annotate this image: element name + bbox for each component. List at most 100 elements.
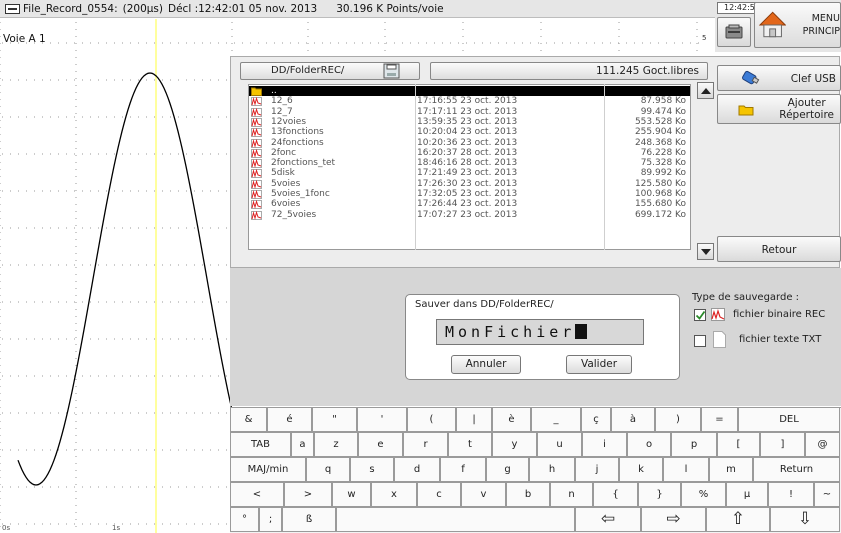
scroll-up-button[interactable] — [697, 82, 714, 99]
key[interactable]: e — [358, 432, 403, 457]
key[interactable]: à — [611, 407, 655, 432]
key[interactable]: DEL — [738, 407, 840, 432]
key[interactable]: " — [312, 407, 357, 432]
key[interactable]: b — [506, 482, 550, 507]
add-directory-line1: Ajouter — [787, 97, 826, 109]
key[interactable]: p — [671, 432, 717, 457]
key[interactable]: = — [701, 407, 738, 432]
key[interactable]: > — [284, 482, 332, 507]
file-name: 5voies_1fonc — [271, 189, 330, 199]
key[interactable]: ° — [230, 507, 259, 532]
key[interactable]: m — [709, 457, 753, 482]
file-row[interactable]: 5voies_1fonc 17:32:05 23 oct. 2013 100.968… — [249, 189, 690, 199]
key[interactable]: g — [486, 457, 529, 482]
arrow-key[interactable]: ⇦ — [575, 507, 641, 532]
binary-rec-checkbox[interactable] — [694, 309, 706, 321]
key[interactable]: è — [492, 407, 531, 432]
key[interactable]: ç — [581, 407, 611, 432]
key[interactable]: h — [529, 457, 575, 482]
key[interactable]: | — [456, 407, 492, 432]
file-row[interactable]: 5voies 17:26:30 23 oct. 2013 125.580 Ko — [249, 179, 690, 189]
key[interactable]: z — [314, 432, 358, 457]
record-file-icon — [251, 117, 262, 127]
key[interactable]: s — [350, 457, 394, 482]
key[interactable]: o — [627, 432, 671, 457]
record-file-icon — [251, 169, 262, 179]
scroll-down-button[interactable] — [697, 243, 714, 260]
key[interactable]: @ — [805, 432, 840, 457]
key[interactable]: d — [394, 457, 440, 482]
key[interactable]: { — [593, 482, 638, 507]
key[interactable]: a — [291, 432, 314, 457]
usb-key-button[interactable]: Clef USB — [717, 65, 841, 91]
key[interactable]: f — [440, 457, 486, 482]
key[interactable]: u — [537, 432, 582, 457]
key[interactable]: & — [230, 407, 267, 432]
file-row[interactable]: 24fonctions 10:20:36 23 oct. 2013 248.368 … — [249, 137, 690, 148]
arrow-key[interactable]: ⇨ — [641, 507, 706, 532]
key[interactable]: y — [492, 432, 537, 457]
key[interactable]: ) — [655, 407, 701, 432]
file-row[interactable]: 12_6 17:16:55 23 oct. 2013 87.958 Ko — [249, 96, 690, 107]
key[interactable]: µ — [726, 482, 768, 507]
key[interactable]: r — [403, 432, 448, 457]
key[interactable]: i — [582, 432, 627, 457]
key[interactable]: ß — [282, 507, 336, 532]
file-row[interactable]: 2fonc 16:20:37 28 oct. 2013 76.228 Ko — [249, 147, 690, 158]
file-size: 255.904 Ko — [634, 127, 686, 138]
file-row[interactable]: .. — [249, 86, 690, 97]
key[interactable]: ; — [259, 507, 282, 532]
key[interactable]: % — [681, 482, 726, 507]
file-row[interactable]: 2fonctions_tet 18:46:16 28 oct. 2013 75.32… — [249, 158, 690, 169]
key[interactable]: é — [267, 407, 312, 432]
column-divider — [415, 84, 416, 250]
file-size: 248.368 Ko — [634, 137, 686, 148]
key[interactable]: ~ — [814, 482, 840, 507]
file-row[interactable]: 6voies 17:26:44 23 oct. 2013 155.680 Ko — [249, 199, 690, 210]
validate-button[interactable]: Valider — [566, 355, 632, 374]
key[interactable]: l — [663, 457, 709, 482]
key[interactable]: TAB — [230, 432, 291, 457]
file-row[interactable]: 72_5voies 17:07:27 23 oct. 2013 699.172 Ko — [249, 210, 690, 220]
key[interactable]: } — [638, 482, 681, 507]
add-directory-button[interactable]: Ajouter Répertoire — [717, 94, 841, 124]
record-file-icon — [251, 179, 262, 189]
key[interactable]: ! — [768, 482, 814, 507]
key[interactable]: n — [550, 482, 593, 507]
file-name: 6voies — [271, 199, 301, 210]
key[interactable] — [336, 507, 575, 532]
folder-icon — [251, 87, 262, 96]
key[interactable]: w — [332, 482, 371, 507]
text-txt-checkbox[interactable] — [694, 335, 706, 347]
key[interactable]: Return — [753, 457, 840, 482]
file-row[interactable]: 12voies 13:59:35 23 oct. 2013 553.528 Ko — [249, 117, 690, 127]
key[interactable]: v — [461, 482, 506, 507]
key[interactable]: x — [371, 482, 417, 507]
arrow-up-icon — [700, 88, 711, 94]
key[interactable]: k — [619, 457, 663, 482]
file-row[interactable]: 13fonctions 10:20:04 23 oct. 2013 255.904 … — [249, 127, 690, 138]
key[interactable]: _ — [531, 407, 581, 432]
key[interactable]: j — [575, 457, 619, 482]
key[interactable]: ' — [357, 407, 407, 432]
back-button[interactable]: Retour — [717, 236, 841, 262]
cancel-button[interactable]: Annuler — [451, 355, 521, 374]
arrow-key[interactable]: ⇧ — [706, 507, 770, 532]
time-scale-mid: 1s — [112, 524, 121, 532]
file-row[interactable]: 5disk 17:21:49 23 oct. 2013 89.992 Ko — [249, 168, 690, 179]
key[interactable]: c — [417, 482, 461, 507]
key[interactable]: MAJ/min — [230, 457, 306, 482]
filename-input[interactable]: MonFichier — [436, 319, 644, 345]
key[interactable]: t — [448, 432, 492, 457]
file-row[interactable]: 12_7 17:17:11 23 oct. 2013 99.474 Ko — [249, 107, 690, 117]
key[interactable]: ( — [407, 407, 456, 432]
key[interactable]: < — [230, 482, 284, 507]
file-name: 2fonc — [271, 147, 297, 158]
file-date: 17:26:44 23 oct. 2013 — [417, 199, 518, 210]
arrow-key[interactable]: ⇩ — [770, 507, 840, 532]
key[interactable]: ] — [760, 432, 805, 457]
key[interactable]: q — [306, 457, 350, 482]
key[interactable]: [ — [717, 432, 760, 457]
file-name: 12_6 — [271, 96, 293, 107]
file-list[interactable]: .. 12_6 17:16:55 23 oct. 2013 87.958 Ko 12_7… — [248, 84, 691, 250]
